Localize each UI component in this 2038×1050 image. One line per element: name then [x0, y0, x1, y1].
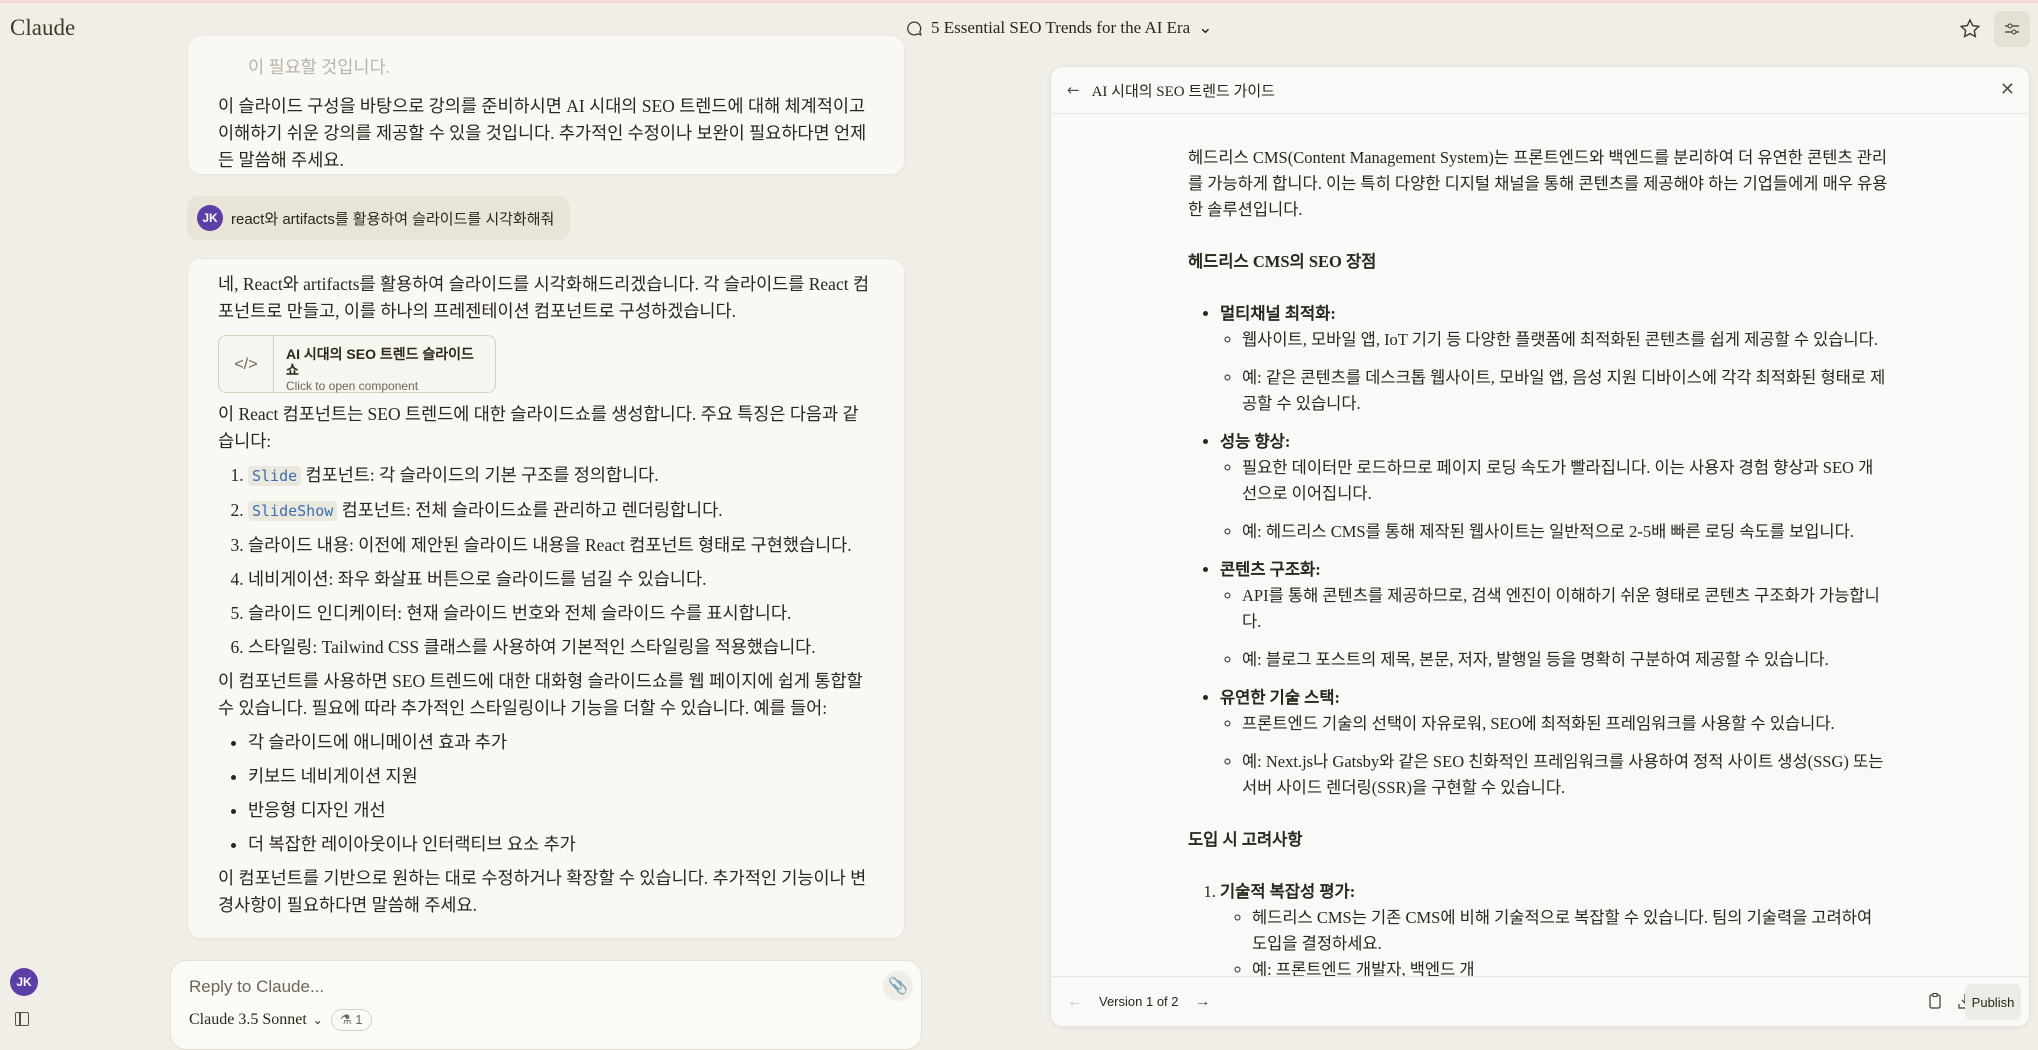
sliders-icon — [2005, 23, 2019, 35]
feature-item: SlideShow 컴포넌트: 전체 슬라이드쇼를 관리하고 렌더링합니다. — [248, 497, 874, 525]
account-avatar[interactable]: JK — [10, 968, 38, 996]
advantage-item: 멀티채널 최적화: 웹사이트, 모바일 앱, IoT 기기 등 다양한 플랫폼에… — [1220, 301, 1888, 417]
examples-list: 각 슬라이드에 애니메이션 효과 추가 키보드 네비게이션 지원 반응형 디자인… — [248, 729, 874, 858]
reply-input-box[interactable]: Reply to Claude... 📎 Claude 3.5 Sonnet ⌄ … — [170, 960, 922, 1050]
assistant-message: 네, React와 artifacts를 활용하여 슬라이드를 시각화해드리겠습… — [187, 258, 905, 939]
intro-paragraph: 헤드리스 CMS(Content Management System)는 프론트… — [1188, 148, 1888, 219]
reply-input[interactable]: Reply to Claude... — [189, 977, 324, 997]
code-icon: </> — [219, 336, 274, 392]
sub-item: 프론트엔드 기술의 선택이 자유로워, SEO에 최적화된 프레임워크를 사용할… — [1242, 711, 1888, 737]
sub-item: 필요한 데이터만 로드하므로 페이지 로딩 속도가 빨라집니다. 이는 사용자 … — [1242, 455, 1888, 507]
inline-code: Slide — [248, 466, 302, 486]
usage-text: 이 컴포넌트를 사용하면 SEO 트렌드에 대한 대화형 슬라이드쇼를 웹 페이… — [218, 671, 863, 718]
version-label: Version 1 of 2 — [1099, 994, 1179, 1009]
feature-item: 슬라이드 내용: 이전에 제안된 슬라이드 내용을 React 컴포넌트 형태로… — [248, 532, 874, 559]
consideration-title: 기술적 복잡성 평가: — [1220, 882, 1356, 901]
sidebar-toggle-icon[interactable] — [15, 1012, 29, 1026]
artifact-subtitle: Click to open component — [285, 379, 419, 393]
reply-intro: 네, React와 artifacts를 활용하여 슬라이드를 시각화해드리겠습… — [218, 274, 870, 321]
advantages-list: 멀티채널 최적화: 웹사이트, 모바일 앱, IoT 기기 등 다양한 플랫폼에… — [1220, 301, 1888, 801]
example-item: 키보드 네비게이션 지원 — [248, 763, 874, 790]
considerations-list: 기술적 복잡성 평가: 헤드리스 CMS는 기존 CMS에 비해 기술적으로 복… — [1220, 879, 1888, 983]
feature-item: 네비게이션: 좌우 화살표 버튼으로 슬라이드를 넘길 수 있습니다. — [248, 566, 874, 593]
model-selector[interactable]: Claude 3.5 Sonnet ⌄ — [189, 1011, 323, 1029]
inline-code: SlideShow — [248, 501, 338, 521]
advantage-title: 성능 향상: — [1220, 432, 1291, 451]
user-message: JK react와 artifacts를 활용하여 슬라이드를 시각화해줘 — [187, 196, 570, 240]
feature-text: 컴포넌트: 각 슬라이드의 기본 구조를 정의합니다. — [301, 465, 659, 485]
features-intro: 이 React 컴포넌트는 SEO 트렌드에 대한 슬라이드쇼를 생성합니다. … — [218, 404, 859, 451]
artifact-card[interactable]: </> AI 시대의 SEO 트렌드 슬라이드쇼 Click to open c… — [218, 335, 496, 393]
user-message-text: react와 artifacts를 활용하여 슬라이드를 시각화해줘 — [231, 210, 555, 228]
panel-title: AI 시대의 SEO 트렌드 가이드 — [1091, 83, 1275, 100]
feature-item: Slide 컴포넌트: 각 슬라이드의 기본 구조를 정의합니다. — [248, 462, 874, 490]
avatar: JK — [10, 968, 38, 996]
claude-logo[interactable]: Claude — [10, 15, 75, 41]
close-icon[interactable]: ✕ — [2000, 79, 2015, 100]
user-avatar: JK — [197, 205, 223, 231]
chevron-down-icon: ⌄ — [1198, 18, 1213, 37]
paperclip-icon: 📎 — [888, 978, 908, 995]
feature-item: 스타일링: Tailwind CSS 클래스를 사용하여 기본적인 스타일링을 … — [248, 634, 874, 661]
flask-icon: ⚗ — [340, 1012, 352, 1027]
example-item: 반응형 디자인 개선 — [248, 797, 874, 824]
sub-item: 헤드리스 CMS는 기존 CMS에 비해 기술적으로 복잡할 수 있습니다. 팀… — [1252, 905, 1888, 957]
example-item: 각 슬라이드에 애니메이션 효과 추가 — [248, 729, 874, 756]
sub-item: 예: 블로그 포스트의 제목, 본문, 저자, 발행일 등을 명확히 구분하여 … — [1242, 647, 1888, 673]
model-name: Claude 3.5 Sonnet — [189, 1011, 307, 1028]
settings-sliders-button[interactable] — [1994, 11, 2030, 47]
section-heading: 도입 시 고려사항 — [1188, 830, 1303, 849]
consideration-item: 기술적 복잡성 평가: 헤드리스 CMS는 기존 CMS에 비해 기술적으로 복… — [1220, 879, 1888, 983]
feature-item: 슬라이드 인디케이터: 현재 슬라이드 번호와 전체 슬라이드 수를 표시합니다… — [248, 600, 874, 627]
assistant-message-previous: 이 필요할 것입니다. 이 슬라이드 구성을 바탕으로 강의를 준비하시면 AI… — [187, 35, 905, 175]
sub-item: 예: 헤드리스 CMS를 통해 제작된 웹사이트는 일반적으로 2-5배 빠른 … — [1242, 519, 1888, 545]
advantage-item: 유연한 기술 스택: 프론트엔드 기술의 선택이 자유로워, SEO에 최적화된… — [1220, 685, 1888, 801]
advantage-title: 콘텐츠 구조화: — [1220, 560, 1321, 579]
next-version-arrow-icon[interactable]: → — [1195, 993, 1211, 1011]
artifact-panel: ← AI 시대의 SEO 트렌드 가이드 ✕ 헤드리스 CMS(Content … — [1050, 66, 2030, 1027]
chat-bubble-icon — [907, 20, 922, 36]
publish-button[interactable]: Publish — [1965, 984, 2021, 1020]
star-icon[interactable] — [1958, 17, 1982, 41]
document-content: 헤드리스 CMS(Content Management System)는 프론트… — [1188, 145, 1888, 987]
advantage-title: 유연한 기술 스택: — [1220, 688, 1341, 707]
feature-badge[interactable]: ⚗ 1 — [331, 1009, 372, 1031]
chevron-down-icon: ⌄ — [312, 1012, 323, 1027]
message-text: 이 슬라이드 구성을 바탕으로 강의를 준비하시면 AI 시대의 SEO 트렌드… — [218, 96, 867, 170]
advantage-item: 콘텐츠 구조화: API를 통해 콘텐츠를 제공하므로, 검색 엔진이 이해하기… — [1220, 557, 1888, 673]
badge-count: 1 — [355, 1012, 363, 1027]
advantage-title: 멀티채널 최적화: — [1220, 304, 1336, 323]
back-arrow-icon[interactable]: ← — [1067, 81, 1080, 99]
closing-text: 이 컴포넌트를 기반으로 원하는 대로 수정하거나 확장할 수 있습니다. 추가… — [218, 868, 867, 915]
previous-version-arrow-icon[interactable]: ← — [1067, 993, 1083, 1011]
faded-text: 이 필요할 것입니다. — [248, 57, 390, 77]
artifact-title: AI 시대의 SEO 트렌드 슬라이드쇼 — [285, 346, 474, 378]
sub-item: 예: 같은 콘텐츠를 데스크톱 웹사이트, 모바일 앱, 음성 지원 디바이스에… — [1242, 365, 1888, 417]
sub-item: 웹사이트, 모바일 앱, IoT 기기 등 다양한 플랫폼에 최적화된 콘텐츠를… — [1242, 327, 1888, 353]
conversation-title-menu[interactable]: 5 Essential SEO Trends for the AI Era ⌄ — [906, 18, 1212, 38]
features-list: Slide 컴포넌트: 각 슬라이드의 기본 구조를 정의합니다. SlideS… — [248, 462, 874, 661]
feature-text: 컴포넌트: 전체 슬라이드쇼를 관리하고 렌더링합니다. — [337, 500, 723, 520]
section-heading: 헤드리스 CMS의 SEO 장점 — [1188, 252, 1377, 271]
example-item: 더 복잡한 레이아웃이나 인터랙티브 요소 추가 — [248, 831, 874, 858]
panel-footer: ← Version 1 of 2 → Publish — [1051, 976, 2029, 1026]
attach-button[interactable]: 📎 — [883, 971, 913, 1001]
conversation-title: 5 Essential SEO Trends for the AI Era — [931, 18, 1191, 37]
sub-item: API를 통해 콘텐츠를 제공하므로, 검색 엔진이 이해하기 쉬운 형태로 콘… — [1242, 583, 1888, 635]
advantage-item: 성능 향상: 필요한 데이터만 로드하므로 페이지 로딩 속도가 빨라집니다. … — [1220, 429, 1888, 545]
sub-item: 예: Next.js나 Gatsby와 같은 SEO 친화적인 프레임워크를 사… — [1242, 749, 1888, 801]
panel-header: ← AI 시대의 SEO 트렌드 가이드 — [1051, 67, 2029, 114]
copy-clipboard-icon[interactable] — [1927, 992, 1943, 1010]
